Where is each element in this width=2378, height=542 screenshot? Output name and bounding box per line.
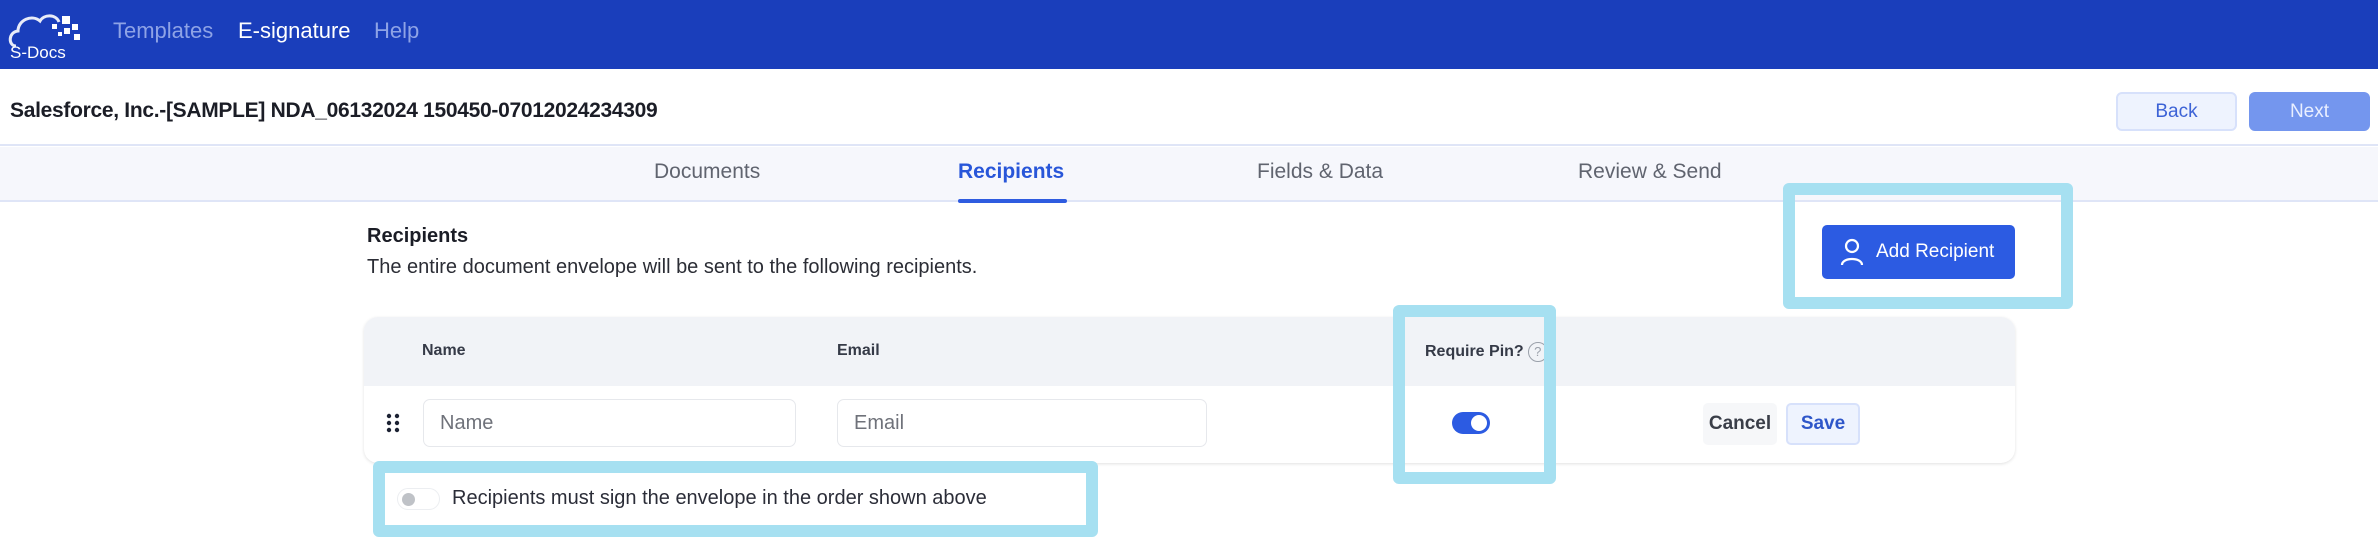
svg-text:S-Docs: S-Docs	[10, 43, 66, 62]
user-icon	[1840, 238, 1864, 266]
section-description: The entire document envelope will be sen…	[367, 256, 978, 278]
nav-help[interactable]: Help	[374, 18, 419, 44]
sdocs-logo[interactable]: S-Docs	[6, 6, 86, 62]
next-button[interactable]: Next	[2249, 92, 2370, 131]
save-button[interactable]: Save	[1786, 403, 1860, 445]
toggle-knob	[402, 493, 415, 506]
nav-e-signature[interactable]: E-signature	[238, 18, 351, 44]
add-recipient-button[interactable]: Add Recipient	[1822, 225, 2015, 279]
drag-handle-icon[interactable]	[386, 413, 400, 433]
name-input[interactable]	[423, 399, 796, 447]
top-navigation-bar: S-Docs Templates E-signature Help	[0, 0, 2378, 69]
step-tabs: Documents Recipients Fields & Data Revie…	[0, 147, 2378, 203]
document-header: Salesforce, Inc.-[SAMPLE] NDA_06132024 1…	[0, 69, 2378, 146]
table-header: Name Email Require Pin??	[364, 317, 2015, 386]
tab-review-send[interactable]: Review & Send	[1578, 160, 1722, 184]
help-icon[interactable]: ?	[1527, 342, 1548, 362]
email-input[interactable]	[837, 399, 1207, 447]
require-pin-label: Require Pin?	[1425, 343, 1524, 361]
tab-documents[interactable]: Documents	[654, 160, 760, 184]
recipients-table: Name Email Require Pin?? Cancel Save	[364, 317, 2015, 463]
column-header-name: Name	[422, 342, 466, 359]
sign-in-order-toggle[interactable]	[397, 488, 440, 510]
document-title: Salesforce, Inc.-[SAMPLE] NDA_06132024 1…	[10, 99, 658, 122]
toggle-knob	[1471, 415, 1487, 431]
section-title: Recipients	[367, 225, 469, 247]
column-header-email: Email	[837, 342, 880, 359]
add-recipient-label: Add Recipient	[1876, 241, 1995, 262]
sign-in-order-label: Recipients must sign the envelope in the…	[452, 487, 987, 509]
nav-templates[interactable]: Templates	[113, 18, 213, 44]
back-button[interactable]: Back	[2116, 92, 2237, 131]
tab-recipients[interactable]: Recipients	[958, 160, 1064, 184]
active-tab-indicator	[958, 199, 1067, 203]
tab-fields-data[interactable]: Fields & Data	[1257, 160, 1383, 184]
column-header-require-pin: Require Pin??	[1425, 342, 1548, 362]
cancel-button[interactable]: Cancel	[1703, 403, 1777, 445]
require-pin-toggle[interactable]	[1452, 412, 1490, 434]
